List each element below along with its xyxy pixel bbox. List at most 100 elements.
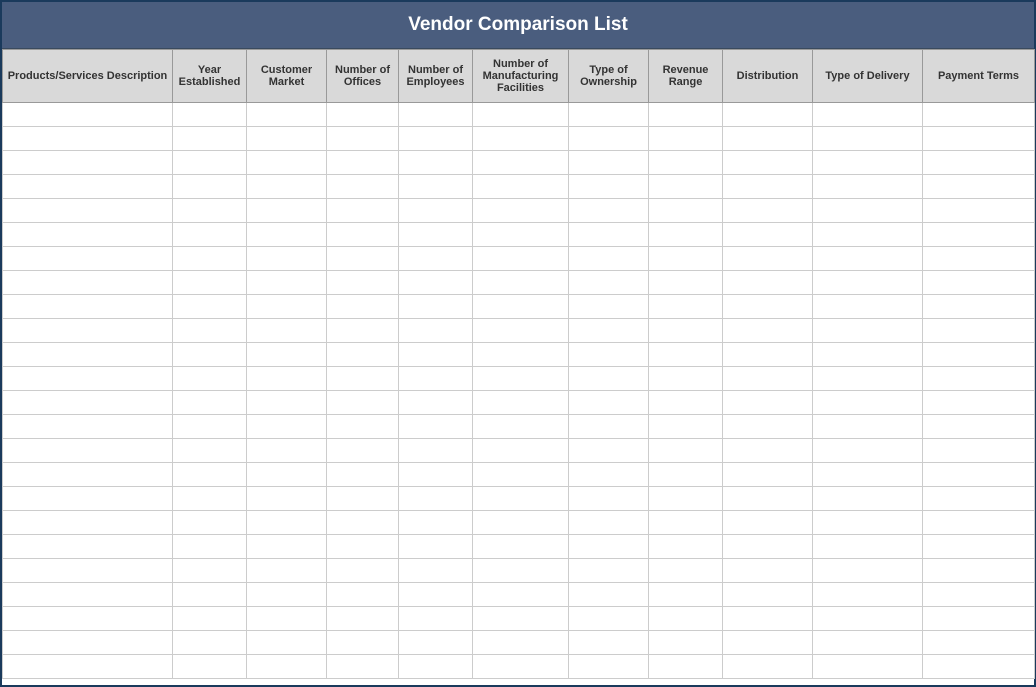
table-cell[interactable] xyxy=(923,631,1035,655)
table-cell[interactable] xyxy=(473,631,569,655)
table-cell[interactable] xyxy=(723,319,813,343)
table-cell[interactable] xyxy=(247,319,327,343)
table-cell[interactable] xyxy=(569,559,649,583)
table-cell[interactable] xyxy=(399,343,473,367)
table-cell[interactable] xyxy=(473,511,569,535)
table-cell[interactable] xyxy=(399,223,473,247)
table-cell[interactable] xyxy=(813,271,923,295)
table-cell[interactable] xyxy=(327,271,399,295)
table-cell[interactable] xyxy=(569,103,649,127)
table-cell[interactable] xyxy=(923,223,1035,247)
table-cell[interactable] xyxy=(3,583,173,607)
table-cell[interactable] xyxy=(813,511,923,535)
table-cell[interactable] xyxy=(723,343,813,367)
table-cell[interactable] xyxy=(247,463,327,487)
table-cell[interactable] xyxy=(399,511,473,535)
table-cell[interactable] xyxy=(649,415,723,439)
table-cell[interactable] xyxy=(3,151,173,175)
table-cell[interactable] xyxy=(649,631,723,655)
table-cell[interactable] xyxy=(723,487,813,511)
table-cell[interactable] xyxy=(723,391,813,415)
table-cell[interactable] xyxy=(649,103,723,127)
table-cell[interactable] xyxy=(247,439,327,463)
table-cell[interactable] xyxy=(649,127,723,151)
table-cell[interactable] xyxy=(3,655,173,679)
table-cell[interactable] xyxy=(3,223,173,247)
table-cell[interactable] xyxy=(473,559,569,583)
table-cell[interactable] xyxy=(327,319,399,343)
table-cell[interactable] xyxy=(247,367,327,391)
table-cell[interactable] xyxy=(813,655,923,679)
table-cell[interactable] xyxy=(649,319,723,343)
table-cell[interactable] xyxy=(399,127,473,151)
table-cell[interactable] xyxy=(649,655,723,679)
table-cell[interactable] xyxy=(173,343,247,367)
table-cell[interactable] xyxy=(723,439,813,463)
table-cell[interactable] xyxy=(247,487,327,511)
table-cell[interactable] xyxy=(173,247,247,271)
table-cell[interactable] xyxy=(813,151,923,175)
table-cell[interactable] xyxy=(327,247,399,271)
table-cell[interactable] xyxy=(247,511,327,535)
table-cell[interactable] xyxy=(327,199,399,223)
table-cell[interactable] xyxy=(923,103,1035,127)
table-cell[interactable] xyxy=(3,319,173,343)
table-cell[interactable] xyxy=(3,343,173,367)
table-cell[interactable] xyxy=(399,295,473,319)
table-cell[interactable] xyxy=(473,223,569,247)
table-cell[interactable] xyxy=(923,295,1035,319)
table-cell[interactable] xyxy=(3,391,173,415)
table-cell[interactable] xyxy=(247,535,327,559)
table-cell[interactable] xyxy=(3,631,173,655)
table-cell[interactable] xyxy=(173,175,247,199)
table-cell[interactable] xyxy=(247,223,327,247)
table-cell[interactable] xyxy=(569,487,649,511)
table-cell[interactable] xyxy=(813,199,923,223)
table-cell[interactable] xyxy=(569,439,649,463)
table-cell[interactable] xyxy=(3,439,173,463)
table-cell[interactable] xyxy=(473,391,569,415)
table-cell[interactable] xyxy=(649,559,723,583)
table-cell[interactable] xyxy=(327,175,399,199)
table-cell[interactable] xyxy=(247,175,327,199)
table-cell[interactable] xyxy=(473,535,569,559)
table-cell[interactable] xyxy=(813,535,923,559)
table-cell[interactable] xyxy=(723,127,813,151)
table-cell[interactable] xyxy=(327,415,399,439)
table-cell[interactable] xyxy=(399,151,473,175)
table-cell[interactable] xyxy=(723,199,813,223)
table-cell[interactable] xyxy=(473,295,569,319)
table-cell[interactable] xyxy=(569,295,649,319)
table-cell[interactable] xyxy=(813,343,923,367)
table-cell[interactable] xyxy=(723,295,813,319)
table-cell[interactable] xyxy=(399,607,473,631)
table-cell[interactable] xyxy=(173,463,247,487)
table-cell[interactable] xyxy=(649,247,723,271)
table-cell[interactable] xyxy=(569,367,649,391)
table-cell[interactable] xyxy=(399,559,473,583)
table-cell[interactable] xyxy=(923,439,1035,463)
table-cell[interactable] xyxy=(173,607,247,631)
table-cell[interactable] xyxy=(247,199,327,223)
table-cell[interactable] xyxy=(649,535,723,559)
table-cell[interactable] xyxy=(569,319,649,343)
table-cell[interactable] xyxy=(327,391,399,415)
table-cell[interactable] xyxy=(399,535,473,559)
table-cell[interactable] xyxy=(923,271,1035,295)
table-cell[interactable] xyxy=(247,559,327,583)
table-cell[interactable] xyxy=(473,583,569,607)
table-cell[interactable] xyxy=(173,559,247,583)
table-cell[interactable] xyxy=(399,367,473,391)
table-cell[interactable] xyxy=(813,103,923,127)
table-cell[interactable] xyxy=(173,319,247,343)
table-cell[interactable] xyxy=(173,415,247,439)
table-cell[interactable] xyxy=(173,295,247,319)
table-cell[interactable] xyxy=(923,583,1035,607)
table-cell[interactable] xyxy=(723,511,813,535)
table-cell[interactable] xyxy=(327,607,399,631)
table-cell[interactable] xyxy=(173,631,247,655)
table-cell[interactable] xyxy=(649,463,723,487)
table-cell[interactable] xyxy=(247,631,327,655)
table-cell[interactable] xyxy=(569,631,649,655)
table-cell[interactable] xyxy=(813,247,923,271)
